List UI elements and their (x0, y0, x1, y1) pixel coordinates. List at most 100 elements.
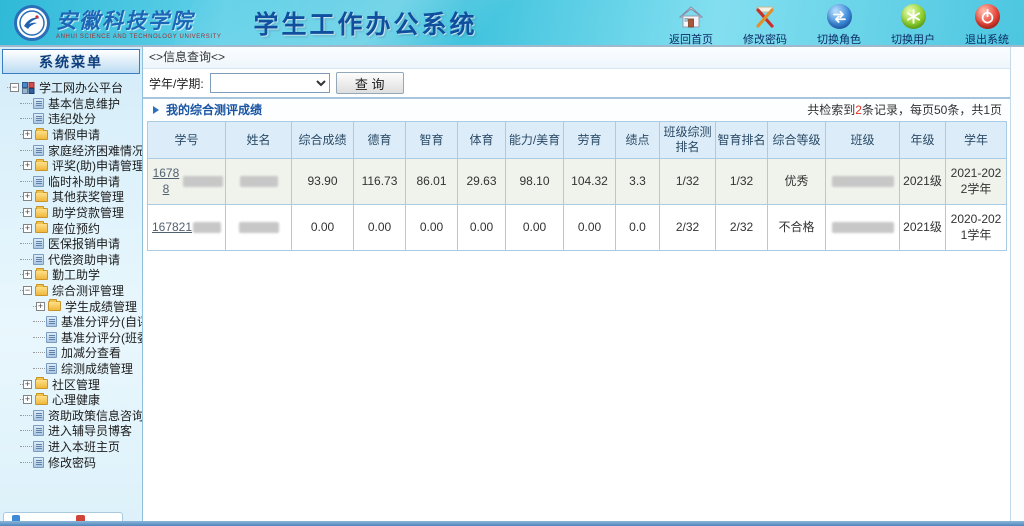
tree-item-label: 进入辅导员博客 (47, 422, 132, 439)
expand-plus-icon[interactable]: + (23, 208, 32, 217)
column-header-2: 综合成绩 (292, 122, 354, 159)
tree-item-7[interactable]: +其他获奖管理 (3, 189, 142, 205)
expand-plus-icon[interactable]: + (23, 395, 32, 404)
table-cell (826, 159, 900, 205)
nav-item-label: 退出系统 (958, 31, 1016, 45)
table-cell: 86.01 (406, 159, 458, 205)
tree-connector (33, 321, 45, 322)
platform-icon (22, 82, 35, 94)
column-header-3: 德育 (354, 122, 406, 159)
tree-item-17[interactable]: 加减分查看 (3, 345, 142, 361)
sidebar-bottom-blue-icon[interactable] (12, 515, 20, 521)
table-cell: 优秀 (768, 159, 826, 205)
sidebar-bottom-red-icon[interactable] (76, 515, 85, 521)
tree-item-16[interactable]: 基准分评分(班委) (3, 330, 142, 346)
tree-item-14[interactable]: + 学生成绩管理 (3, 298, 142, 314)
header: 安徽科技学院 ANHUI SCIENCE AND TECHNOLOGY UNIV… (0, 0, 1024, 45)
column-header-1: 姓名 (226, 122, 292, 159)
redaction-block (832, 222, 894, 233)
university-emblem-icon (14, 5, 50, 41)
tree-connector (20, 118, 32, 119)
tree-item-label: 加减分查看 (60, 344, 121, 361)
sidebar: 系统菜单 −学工网办公平台基本信息维护违纪处分+请假申请家庭经济困难情况查看+评… (0, 47, 143, 521)
tree-item-label: 学工网办公平台 (38, 79, 123, 96)
expand-plus-icon[interactable]: + (23, 380, 32, 389)
redaction-block (239, 222, 279, 233)
tree-item-15[interactable]: 基准分评分(自评) (3, 314, 142, 330)
redaction-block (240, 176, 278, 187)
tree-item-label: 进入本班主页 (47, 438, 120, 455)
nav-item-3[interactable]: 切换用户 (884, 4, 942, 45)
tree-connector (20, 259, 32, 260)
tree-item-5[interactable]: +评奖(助)申请管理 (3, 158, 142, 174)
table-body: 1678893.90116.7386.0129.6398.10104.323.3… (148, 159, 1007, 251)
nav-item-2[interactable]: 切换角色 (810, 4, 868, 45)
expand-plus-icon[interactable]: + (23, 161, 32, 170)
record-summary-prefix: 共检索到 (807, 103, 855, 117)
term-select[interactable] (210, 73, 330, 93)
tree-item-label: 修改密码 (47, 454, 96, 471)
table-cell: 不合格 (768, 205, 826, 251)
nav-item-label: 切换角色 (810, 31, 868, 45)
expand-plus-icon[interactable]: + (23, 192, 32, 201)
student-id-link[interactable]: 16788 (150, 166, 223, 197)
nav-item-0[interactable]: 返回首页 (662, 4, 720, 45)
tree-item-label: 学生成绩管理 (64, 298, 137, 315)
table-row-0: 1678893.90116.7386.0129.6398.10104.323.3… (148, 159, 1007, 205)
sidebar-bottom-toolbar[interactable] (3, 512, 123, 521)
column-header-0: 学号 (148, 122, 226, 159)
tree-connector (20, 243, 32, 244)
tree-item-1[interactable]: 基本信息维护 (3, 96, 142, 112)
tree-item-20[interactable]: +心理健康 (3, 392, 142, 408)
tree-item-11[interactable]: 代偿资助申请 (3, 252, 142, 268)
tree-item-3[interactable]: +请假申请 (3, 127, 142, 143)
section-bar: 我的综合测评成绩 共检索到2条记录，每页50条，共1页 (143, 97, 1010, 120)
student-id-link[interactable]: 167821 (152, 220, 221, 236)
tree-item-12[interactable]: +勤工助学 (3, 267, 142, 283)
tree-item-6[interactable]: 临时补助申请 (3, 174, 142, 190)
folder-icon (48, 301, 61, 311)
tree-item-4[interactable]: 家庭经济困难情况查看 (3, 142, 142, 158)
expand-plus-icon[interactable]: + (23, 224, 32, 233)
vertical-scrollbar-track[interactable] (1010, 47, 1024, 521)
expand-plus-icon[interactable]: + (36, 302, 45, 311)
redaction-block (832, 176, 894, 187)
tree-item-18[interactable]: 综测成绩管理 (3, 361, 142, 377)
query-button[interactable]: 查 询 (336, 72, 404, 94)
document-icon (33, 441, 44, 452)
table-cell: 116.73 (354, 159, 406, 205)
tree-item-0[interactable]: − 学工网办公平台 (3, 80, 142, 96)
tree-item-21[interactable]: 资助政策信息咨询 (3, 407, 142, 423)
folder-icon (35, 208, 48, 218)
tree-item-label: 助学贷款管理 (51, 204, 124, 221)
switch-user-icon (900, 4, 926, 30)
tree-item-13[interactable]: −综合测评管理 (3, 283, 142, 299)
table-cell: 0.00 (458, 205, 506, 251)
collapse-minus-icon[interactable]: − (23, 286, 32, 295)
document-icon (33, 238, 44, 249)
tree-item-19[interactable]: + 社区管理 (3, 376, 142, 392)
document-icon (46, 316, 57, 327)
folder-icon (35, 130, 48, 140)
nav-item-1[interactable]: 修改密码 (736, 4, 794, 45)
table-cell (226, 205, 292, 251)
switch-role-icon (826, 4, 852, 30)
tree-item-8[interactable]: + 助学贷款管理 (3, 205, 142, 221)
expand-plus-icon[interactable]: + (23, 130, 32, 139)
collapse-minus-icon[interactable]: − (10, 83, 19, 92)
tree-item-2[interactable]: 违纪处分 (3, 111, 142, 127)
tree-item-10[interactable]: 医保报销申请 (3, 236, 142, 252)
tree-item-24[interactable]: 修改密码 (3, 454, 142, 470)
tree-item-label: 社区管理 (51, 376, 100, 393)
expand-plus-icon[interactable]: + (23, 270, 32, 279)
tree-item-9[interactable]: +座位预约 (3, 220, 142, 236)
folder-icon (35, 270, 48, 280)
folder-icon (35, 395, 48, 405)
tree-item-23[interactable]: 进入本班主页 (3, 439, 142, 455)
nav-item-label: 切换用户 (884, 31, 942, 45)
column-header-11: 综合等级 (768, 122, 826, 159)
tree-connector (33, 352, 45, 353)
tree-connector (33, 337, 45, 338)
nav-item-4[interactable]: 退出系统 (958, 4, 1016, 45)
tree-item-22[interactable]: 进入辅导员博客 (3, 423, 142, 439)
